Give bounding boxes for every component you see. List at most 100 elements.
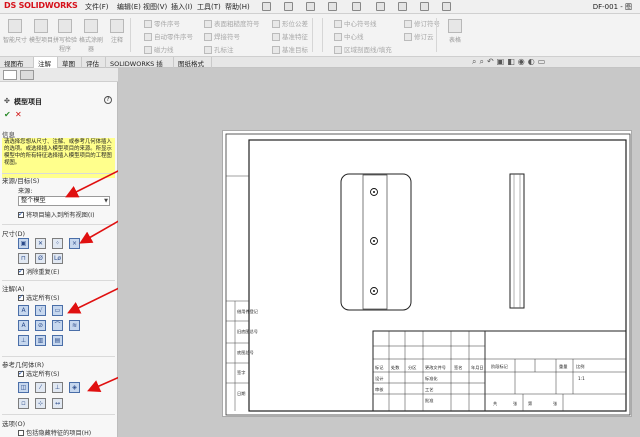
instance-count-icon[interactable]: ⁘ <box>52 238 63 249</box>
weight-header: 重量 <box>559 363 567 370</box>
menu-tools[interactable]: 工具(T) <box>197 2 221 12</box>
property-manager-tab-icon[interactable] <box>20 70 34 80</box>
origin-icon[interactable]: ⊥ <box>52 382 63 393</box>
caterpillar-icon[interactable]: ≋ <box>69 320 80 331</box>
magnetic-line-button[interactable]: 磁力线 <box>144 44 174 54</box>
menu-file[interactable]: 文件(F) <box>85 2 109 12</box>
dimensions-section-header[interactable]: 尺寸(D) <box>2 228 25 238</box>
source-dropdown[interactable]: 整个模型 ▼ <box>18 196 110 206</box>
end-treatment-icon[interactable]: ⊥ <box>18 335 29 346</box>
hole-wizard-profile-icon[interactable]: ⊓ <box>18 253 29 264</box>
scene-icon[interactable]: ◐ <box>528 57 538 66</box>
display-style-icon[interactable]: ◧ <box>507 57 518 66</box>
menu-edit[interactable]: 编辑(E) <box>117 2 141 12</box>
cosmetic-thread-icon[interactable]: ▥ <box>35 335 46 346</box>
not-marked-dim-icon[interactable]: ✕ <box>35 238 46 249</box>
spell-checker-button[interactable]: 拼写检验程序 <box>52 17 78 53</box>
print-icon[interactable] <box>352 2 361 11</box>
annotations-select-all-checkbox[interactable]: 选定所有(S) <box>18 293 60 302</box>
tab-solidworks-addins[interactable]: SOLIDWORKS 插件 <box>106 57 174 78</box>
menu-help[interactable]: 帮助(H) <box>225 2 250 12</box>
tab-annotation[interactable]: 注解 <box>34 57 58 68</box>
title-block-cell: 审核 <box>375 386 384 393</box>
datum-target-button[interactable]: 基准目标 <box>272 44 308 54</box>
part-side-view[interactable] <box>509 173 525 309</box>
datum-feature-icon[interactable]: A <box>18 320 29 331</box>
rev-header-cell: 处数 <box>391 364 400 371</box>
tab-evaluate[interactable]: 评估 <box>82 57 106 68</box>
balloon-button[interactable]: 零件序号 <box>144 18 180 28</box>
reference-geometry-section-header[interactable]: 参考几何体(R) <box>2 359 44 369</box>
centerline-button[interactable]: 中心线 <box>334 31 364 41</box>
format-painter-button[interactable]: 格式涂刷器 <box>78 17 104 53</box>
refgeo-select-all-checkbox[interactable]: 选定所有(S) <box>18 369 60 378</box>
drawing-sheet-graphics: 借用件登记 旧底图总号 底图总号 签字 日期 标记 处数 分区 更改文件号 签名… <box>225 133 631 416</box>
surface-finish-button[interactable]: 表面粗糙度符号 <box>204 18 260 28</box>
hole-callout-button[interactable]: 孔标注 <box>204 44 234 54</box>
table-icon <box>448 19 462 33</box>
source-section-header[interactable]: 来源/目标(S) <box>2 175 39 185</box>
new-icon[interactable] <box>284 2 293 11</box>
annotations-section-header[interactable]: 注解(A) <box>2 283 25 293</box>
open-icon[interactable] <box>306 2 315 11</box>
note-button[interactable]: 注释 <box>104 17 130 53</box>
zoom-area-icon[interactable]: ⌕ <box>479 57 486 66</box>
display-annotations-icon[interactable]: ▤ <box>52 335 63 346</box>
datum-feature-button[interactable]: 基准特征 <box>272 31 308 41</box>
surface-finish-icon[interactable]: √ <box>35 305 46 316</box>
area-hatch-button[interactable]: 区域剖面线/填充 <box>334 44 392 54</box>
hole-callout-icon[interactable]: Lø <box>52 253 63 264</box>
routing-point-icon[interactable]: ↔ <box>52 398 63 409</box>
auto-balloon-button[interactable]: 自动零件序号 <box>144 31 193 41</box>
geometric-tolerance-icon[interactable]: ▭ <box>52 305 63 316</box>
weld-symbol-icon[interactable]: ⌒ <box>52 320 63 331</box>
sheet-count-cell: 张 <box>513 400 518 407</box>
view-settings-icon[interactable]: ▭ <box>538 57 549 66</box>
curve-icon[interactable]: ⊹ <box>35 398 46 409</box>
view-orientation-icon[interactable]: ▣ <box>497 57 508 66</box>
hole-wizard-locations-icon[interactable]: Ø <box>35 253 46 264</box>
tab-sheet-format[interactable]: 图纸格式 <box>174 57 212 68</box>
geometric-tolerance-button[interactable]: 形位公差 <box>272 18 308 28</box>
axis-icon[interactable]: ⁄ <box>35 382 46 393</box>
menu-view[interactable]: 视图(V) <box>143 2 167 12</box>
revision-symbol-button[interactable]: 修订符号 <box>404 18 440 28</box>
import-all-views-checkbox[interactable]: 将项目输入到所有视图(I) <box>18 210 95 219</box>
undo-icon[interactable] <box>376 2 385 11</box>
model-items-button[interactable]: 模型项目 <box>28 17 54 53</box>
cancel-button[interactable]: ✕ <box>15 110 22 119</box>
tab-view-layout[interactable]: 视图布局 <box>0 57 34 78</box>
drawing-sheet[interactable]: 借用件登记 旧底图总号 底图总号 签字 日期 标记 处数 分区 更改文件号 签名… <box>222 130 632 417</box>
rev-header-cell: 标记 <box>375 364 384 371</box>
options-section-header[interactable]: 选项(O) <box>2 418 25 428</box>
ok-button[interactable]: ✔ <box>4 110 11 119</box>
hide-show-icon[interactable]: ◉ <box>518 57 528 66</box>
previous-view-icon[interactable]: ↶ <box>487 57 497 66</box>
marked-for-drawing-dim-icon[interactable]: ▣ <box>18 238 29 249</box>
save-icon[interactable] <box>328 2 337 11</box>
scale-header: 比例 <box>576 363 584 370</box>
datum-target-icon[interactable]: ⊘ <box>35 320 46 331</box>
tolerance-dim-icon[interactable]: × <box>69 238 80 249</box>
select-icon[interactable] <box>398 2 407 11</box>
smart-dimension-button[interactable]: 智能尺寸 <box>2 17 28 53</box>
feature-manager-tab-icon[interactable] <box>3 70 17 80</box>
rebuild-icon[interactable] <box>420 2 429 11</box>
center-mark-button[interactable]: 中心符号线 <box>334 18 377 28</box>
note-annotation-icon[interactable]: A <box>18 305 29 316</box>
weld-symbol-button[interactable]: 焊接符号 <box>204 31 240 41</box>
home-icon[interactable] <box>262 2 271 11</box>
tab-sketch[interactable]: 草图 <box>58 57 82 68</box>
help-icon[interactable]: ? <box>104 96 112 104</box>
options-gear-icon[interactable] <box>442 2 451 11</box>
surface-icon[interactable]: ◽ <box>18 398 29 409</box>
menu-insert[interactable]: 插入(I) <box>171 2 193 12</box>
include-hidden-features-checkbox[interactable]: 包括隐藏特征的项目(H) <box>18 428 91 437</box>
point-icon[interactable]: ◈ <box>69 382 80 393</box>
revision-cloud-button[interactable]: 修订云 <box>404 31 434 41</box>
section-divider <box>2 414 115 415</box>
ribbon-divider <box>312 18 313 52</box>
tables-button[interactable]: 表格 <box>442 17 468 53</box>
plane-icon[interactable]: ◫ <box>18 382 29 393</box>
eliminate-duplicates-checkbox[interactable]: 消除重复(E) <box>18 267 60 276</box>
